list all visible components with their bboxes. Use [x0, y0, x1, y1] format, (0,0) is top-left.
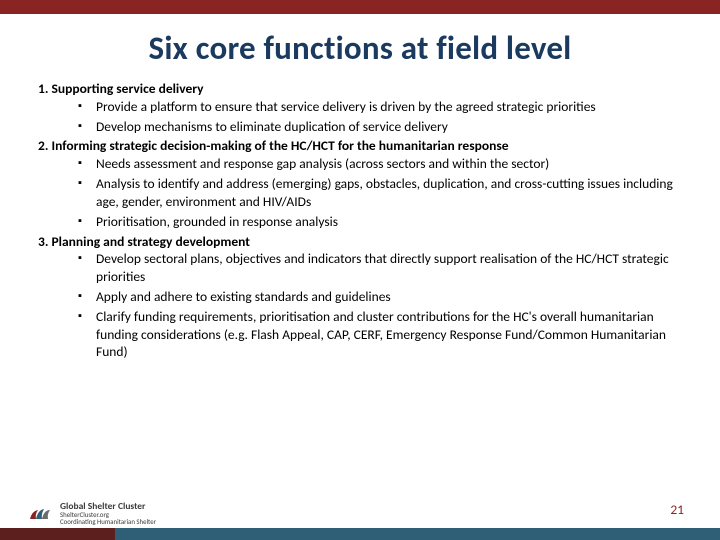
list-item: Clarify funding requirements, prioritisa…: [78, 308, 682, 361]
section-bullets: Develop sectoral plans, objectives and i…: [38, 250, 682, 361]
footer-text: Global Shelter Cluster ShelterCluster.or…: [60, 502, 156, 526]
section-heading: 1. Supporting service delivery: [38, 80, 204, 97]
slide: Six core functions at field level 1. Sup…: [0, 0, 720, 540]
list-item: Provide a platform to ensure that servic…: [78, 98, 682, 116]
section-1: 1. Supporting service delivery Provide a…: [38, 80, 682, 135]
list-item: Needs assessment and response gap analys…: [78, 155, 682, 173]
list-item: Develop mechanisms to eliminate duplicat…: [78, 118, 682, 136]
footer-strip-left: [0, 528, 115, 540]
list-item: Analysis to identify and address (emergi…: [78, 175, 682, 211]
top-accent-bar: [0, 0, 720, 14]
section-2: 2. Informing strategic decision-making o…: [38, 137, 682, 230]
section-bullets: Needs assessment and response gap analys…: [38, 155, 682, 230]
list-item: Develop sectoral plans, objectives and i…: [78, 250, 682, 286]
list-item: Apply and adhere to existing standards a…: [78, 288, 682, 306]
footer-inner: Global Shelter Cluster ShelterCluster.or…: [0, 500, 720, 526]
list-item: Prioritisation, grounded in response ana…: [78, 213, 682, 231]
page-number: 21: [670, 501, 684, 518]
slide-footer: Global Shelter Cluster ShelterCluster.or…: [0, 500, 720, 540]
section-3: 3. Planning and strategy development Dev…: [38, 233, 682, 362]
footer-tagline: Coordinating Humanitarian Shelter: [60, 519, 156, 526]
shelter-cluster-logo-icon: [28, 505, 52, 523]
footer-strip: [0, 528, 720, 540]
slide-content: 1. Supporting service delivery Provide a…: [0, 74, 720, 361]
section-bullets: Provide a platform to ensure that servic…: [38, 98, 682, 136]
footer-strip-right: [115, 528, 720, 540]
section-heading: 3. Planning and strategy development: [38, 233, 250, 250]
slide-title: Six core functions at field level: [0, 14, 720, 74]
section-heading: 2. Informing strategic decision-making o…: [38, 137, 509, 154]
